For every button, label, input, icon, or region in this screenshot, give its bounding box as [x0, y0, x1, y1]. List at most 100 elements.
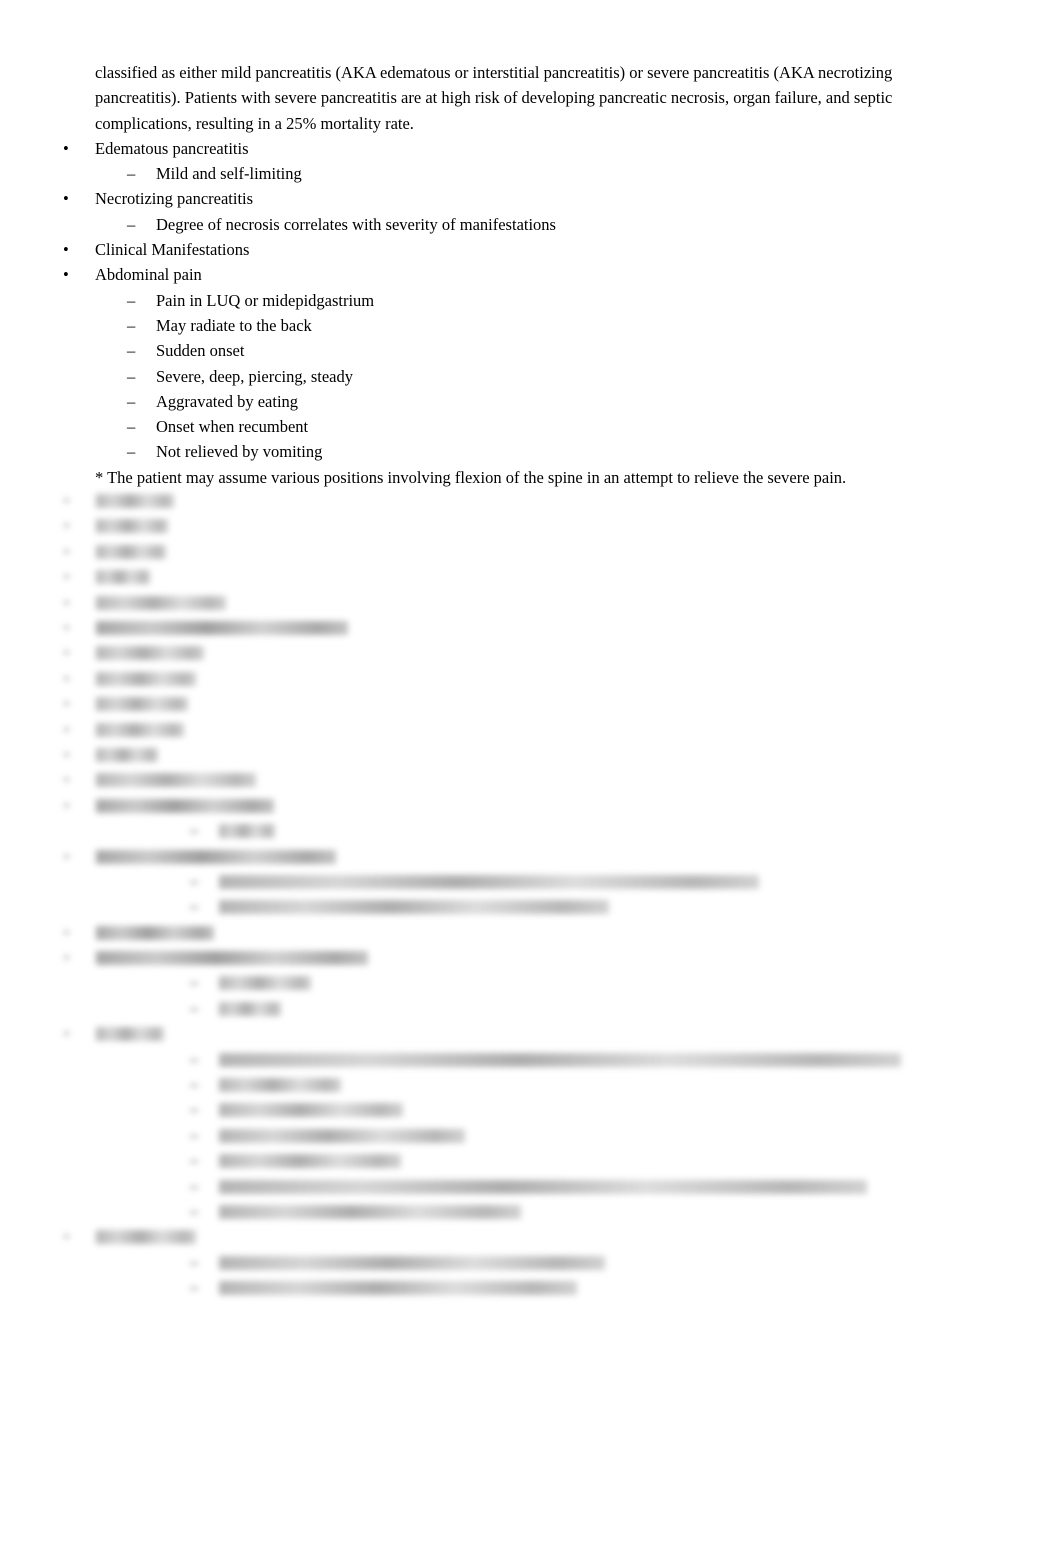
bullet-dash-icon: –: [127, 442, 136, 462]
blurred-list-item: [0, 1150, 1062, 1175]
top-margin: [0, 0, 1062, 60]
blurred-list-item: [0, 1074, 1062, 1099]
bullet-dot-icon: •: [63, 265, 69, 285]
blurred-content-region: [0, 490, 1062, 1303]
bullet-dash-icon: –: [127, 164, 136, 184]
document-page: classified as either mild pancreatitis (…: [0, 0, 1062, 1556]
blurred-text-line: [219, 900, 609, 915]
bullet-dash-icon: –: [127, 315, 136, 335]
list-item-label: Mild and self-limiting: [156, 164, 302, 184]
blurred-text-line: [96, 570, 150, 585]
list-item: • Abdominal pain: [0, 262, 1062, 287]
bullet-dot-icon: [64, 751, 69, 757]
bullet-dash-icon: –: [127, 391, 136, 411]
blurred-list-item: [0, 998, 1062, 1023]
list-item: – Severe, deep, piercing, steady: [0, 364, 1062, 389]
bullet-dash-icon: [190, 1134, 198, 1138]
bullet-dot-icon: [64, 1031, 69, 1037]
bullet-dash-icon: –: [127, 417, 136, 437]
blurred-list-item: [0, 617, 1062, 642]
intro-paragraph: classified as either mild pancreatitis (…: [95, 63, 893, 133]
bullet-dash-icon: [190, 1287, 198, 1291]
blurred-text-line: [96, 1027, 164, 1042]
blurred-list-item: [0, 744, 1062, 769]
blurred-text-line: [96, 697, 188, 712]
list-item-label: Severe, deep, piercing, steady: [156, 366, 354, 386]
bullet-dash-icon: –: [127, 214, 136, 234]
blurred-text-line: [219, 1154, 401, 1169]
blurred-list-item: [0, 972, 1062, 997]
blurred-text-line: [96, 798, 274, 813]
blurred-text-line: [96, 519, 168, 534]
bullet-dash-icon: [190, 830, 198, 834]
bullet-dash-icon: [190, 1160, 198, 1164]
list-item: – Onset when recumbent: [0, 414, 1062, 439]
list-item-label: Necrotizing pancreatitis: [95, 189, 254, 209]
bullet-dot-icon: [64, 777, 69, 783]
blurred-text-line: [96, 494, 174, 509]
blurred-list-item: [0, 541, 1062, 566]
blurred-list-item: [0, 871, 1062, 896]
bullet-dash-icon: [190, 1210, 198, 1214]
document-body: classified as either mild pancreatitis (…: [0, 0, 1062, 1303]
blurred-list-item: [0, 719, 1062, 744]
bullet-dash-icon: –: [127, 341, 136, 361]
blurred-text-line: [219, 824, 275, 839]
bullet-dash-icon: –: [127, 366, 136, 386]
list-item: – Sudden onset: [0, 338, 1062, 363]
blurred-list-item: [0, 1023, 1062, 1048]
list-item: • Necrotizing pancreatitis: [0, 186, 1062, 211]
bullet-dot-icon: [64, 1234, 69, 1240]
bullet-dash-icon: [190, 1058, 198, 1062]
blurred-text-line: [219, 1103, 403, 1118]
blurred-list-item: [0, 1176, 1062, 1201]
list-item: • Clinical Manifestations: [0, 237, 1062, 262]
blurred-text-line: [96, 621, 348, 635]
bullet-dot-icon: •: [63, 240, 69, 260]
blurred-text-line: [219, 1255, 605, 1270]
bullet-dot-icon: [64, 625, 69, 630]
blurred-list-item: [0, 668, 1062, 693]
list-item-label: Sudden onset: [156, 341, 245, 361]
blurred-list-item: [0, 1226, 1062, 1251]
bullet-dot-icon: •: [63, 189, 69, 209]
bullet-dash-icon: –: [127, 290, 136, 310]
blurred-text-line: [96, 747, 158, 762]
blurred-list-item: [0, 1125, 1062, 1150]
blurred-text-line: [96, 849, 336, 864]
blurred-list-item: [0, 490, 1062, 515]
bullet-dash-icon: [190, 1084, 198, 1088]
blurred-list-item: [0, 820, 1062, 845]
list-item-label: Pain in LUQ or midepidgastrium: [156, 290, 375, 310]
bullet-dash-icon: [190, 906, 198, 910]
blurred-text-line: [96, 1230, 196, 1245]
bullet-list: • Edematous pancreatitis – Mild and self-li…: [0, 136, 1062, 465]
list-item: – Not relieved by vomiting: [0, 439, 1062, 464]
bullet-dot-icon: [64, 498, 69, 504]
bullet-dot-icon: [64, 548, 69, 554]
blurred-text-line: [96, 951, 368, 966]
footnote-line: * The patient may assume various positio…: [95, 467, 847, 487]
bullet-dot-icon: [64, 802, 69, 808]
list-item: – Mild and self-limiting: [0, 161, 1062, 186]
blurred-list-item: [0, 1252, 1062, 1277]
list-item: • Edematous pancreatitis: [0, 136, 1062, 161]
blurred-list-item: [0, 922, 1062, 947]
list-item: – Aggravated by eating: [0, 389, 1062, 414]
blurred-list-item: [0, 1049, 1062, 1074]
blurred-text-line: [96, 671, 196, 686]
blurred-text-line: [219, 1001, 281, 1016]
blurred-list-item: [0, 896, 1062, 921]
list-item: – Degree of necrosis correlates with seve…: [0, 212, 1062, 237]
bullet-dash-icon: [190, 982, 198, 986]
blurred-text-line: [219, 1179, 867, 1194]
list-item-label: Onset when recumbent: [156, 417, 309, 437]
blurred-text-line: [96, 544, 166, 559]
list-item-label: Aggravated by eating: [156, 391, 299, 411]
bullet-dash-icon: [190, 1261, 198, 1265]
blurred-text-line: [219, 1078, 341, 1093]
bullet-dot-icon: [64, 955, 69, 961]
bullet-dash-icon: [190, 1007, 198, 1011]
list-item: – Pain in LUQ or midepidgastrium: [0, 288, 1062, 313]
blurred-list-item: [0, 693, 1062, 718]
